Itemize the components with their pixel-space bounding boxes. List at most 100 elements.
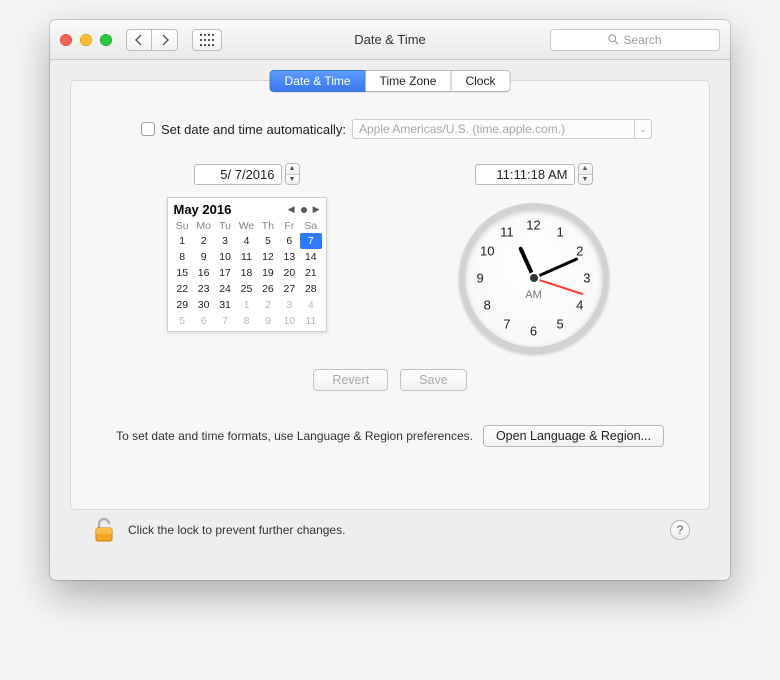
zoom-icon[interactable] — [100, 34, 112, 46]
calendar: May 2016 ◀ ▶ SuMoTuWeThFrSa1234567891011… — [167, 197, 327, 332]
stepper-down-icon[interactable]: ▼ — [579, 175, 592, 185]
calendar-day[interactable]: 28 — [300, 281, 321, 297]
clock-center-pin — [530, 274, 538, 282]
calendar-nav: ◀ ▶ — [288, 204, 320, 215]
calendar-day[interactable]: 6 — [193, 313, 214, 329]
window-body: Date & Time Time Zone Clock Set date and… — [50, 60, 730, 580]
calendar-day[interactable]: 8 — [236, 313, 257, 329]
calendar-dow: We — [236, 219, 257, 233]
calendar-day[interactable]: 14 — [300, 249, 321, 265]
calendar-day[interactable]: 4 — [300, 297, 321, 313]
calendar-day[interactable]: 7 — [300, 233, 321, 249]
search-placeholder: Search — [623, 33, 661, 47]
help-button[interactable]: ? — [670, 520, 690, 540]
footer: Click the lock to prevent further change… — [70, 510, 710, 560]
calendar-dow: Fr — [279, 219, 300, 233]
forward-button[interactable] — [152, 29, 178, 51]
time-field-row: 11:11:18 AM ▲ ▼ — [475, 163, 593, 185]
calendar-day[interactable]: 26 — [257, 281, 278, 297]
stepper-up-icon[interactable]: ▲ — [286, 164, 299, 175]
stepper-down-icon[interactable]: ▼ — [286, 175, 299, 185]
calendar-day[interactable]: 21 — [300, 265, 321, 281]
back-button[interactable] — [126, 29, 152, 51]
time-field[interactable]: 11:11:18 AM — [475, 164, 575, 185]
window-controls — [60, 34, 112, 46]
calendar-day[interactable]: 2 — [193, 233, 214, 249]
calendar-day[interactable]: 10 — [279, 313, 300, 329]
calendar-day[interactable]: 1 — [236, 297, 257, 313]
calendar-day[interactable]: 9 — [193, 249, 214, 265]
clock-numeral: 5 — [557, 317, 564, 332]
calendar-day[interactable]: 5 — [172, 313, 193, 329]
calendar-day[interactable]: 3 — [279, 297, 300, 313]
calendar-day[interactable]: 2 — [257, 297, 278, 313]
clock-numeral: 10 — [480, 244, 494, 259]
save-revert-row: Revert Save — [93, 369, 687, 391]
hint-text: To set date and time formats, use Langua… — [116, 429, 473, 443]
calendar-day[interactable]: 7 — [214, 313, 235, 329]
chevron-down-icon: ⌄ — [634, 119, 652, 139]
minimize-icon[interactable] — [80, 34, 92, 46]
revert-button[interactable]: Revert — [313, 369, 388, 391]
calendar-day[interactable]: 29 — [172, 297, 193, 313]
time-server-dropdown[interactable]: Apple Americas/U.S. (time.apple.com.) ⌄ — [352, 119, 652, 139]
calendar-day[interactable]: 25 — [236, 281, 257, 297]
save-button[interactable]: Save — [400, 369, 467, 391]
calendar-day[interactable]: 11 — [300, 313, 321, 329]
tab-clock[interactable]: Clock — [451, 70, 510, 92]
auto-date-checkbox[interactable] — [141, 122, 155, 136]
clock-numeral: 6 — [530, 324, 537, 339]
close-icon[interactable] — [60, 34, 72, 46]
calendar-day[interactable]: 1 — [172, 233, 193, 249]
calendar-dow: Th — [257, 219, 278, 233]
calendar-day[interactable]: 8 — [172, 249, 193, 265]
calendar-day[interactable]: 15 — [172, 265, 193, 281]
calendar-day[interactable]: 13 — [279, 249, 300, 265]
calendar-day[interactable]: 5 — [257, 233, 278, 249]
calendar-day[interactable]: 12 — [257, 249, 278, 265]
calendar-day[interactable]: 19 — [257, 265, 278, 281]
calendar-month-label: May 2016 — [174, 202, 232, 217]
analog-clock[interactable]: AM 123456789101112 — [459, 203, 609, 353]
lock-button[interactable] — [90, 516, 118, 544]
calendar-day[interactable]: 10 — [214, 249, 235, 265]
time-column: 11:11:18 AM ▲ ▼ AM 123456789101112 — [410, 163, 657, 353]
calendar-next-icon[interactable]: ▶ — [313, 204, 320, 215]
clock-numeral: 7 — [503, 317, 510, 332]
clock-numeral: 3 — [583, 271, 590, 286]
stepper-up-icon[interactable]: ▲ — [579, 164, 592, 175]
calendar-day[interactable]: 18 — [236, 265, 257, 281]
calendar-day[interactable]: 9 — [257, 313, 278, 329]
time-stepper[interactable]: ▲ ▼ — [578, 163, 593, 185]
calendar-day[interactable]: 17 — [214, 265, 235, 281]
calendar-day[interactable]: 30 — [193, 297, 214, 313]
minute-hand — [533, 257, 578, 279]
tab-date-time[interactable]: Date & Time — [270, 70, 366, 92]
tab-time-zone[interactable]: Time Zone — [366, 70, 452, 92]
calendar-day[interactable]: 4 — [236, 233, 257, 249]
date-stepper[interactable]: ▲ ▼ — [285, 163, 300, 185]
show-all-button[interactable] — [192, 29, 222, 51]
calendar-day[interactable]: 27 — [279, 281, 300, 297]
calendar-day[interactable]: 23 — [193, 281, 214, 297]
calendar-day[interactable]: 11 — [236, 249, 257, 265]
date-field[interactable]: 5/ 7/2016 — [194, 164, 282, 185]
hint-row: To set date and time formats, use Langua… — [93, 425, 687, 447]
calendar-day[interactable]: 31 — [214, 297, 235, 313]
calendar-grid: SuMoTuWeThFrSa12345678910111213141516171… — [172, 219, 322, 329]
lock-hint-text: Click the lock to prevent further change… — [128, 523, 345, 537]
content-columns: 5/ 7/2016 ▲ ▼ May 2016 ◀ ▶ — [93, 163, 687, 353]
calendar-day[interactable]: 3 — [214, 233, 235, 249]
calendar-day[interactable]: 22 — [172, 281, 193, 297]
calendar-day[interactable]: 6 — [279, 233, 300, 249]
search-input[interactable]: Search — [550, 29, 720, 51]
calendar-day[interactable]: 16 — [193, 265, 214, 281]
open-language-region-button[interactable]: Open Language & Region... — [483, 425, 664, 447]
calendar-day[interactable]: 24 — [214, 281, 235, 297]
clock-numeral: 4 — [576, 297, 583, 312]
calendar-day[interactable]: 20 — [279, 265, 300, 281]
calendar-today-icon[interactable] — [301, 207, 307, 213]
clock-ampm-label: AM — [525, 289, 542, 301]
calendar-prev-icon[interactable]: ◀ — [288, 204, 295, 215]
preferences-window: Date & Time Search Date & Time Time Zone… — [50, 20, 730, 580]
